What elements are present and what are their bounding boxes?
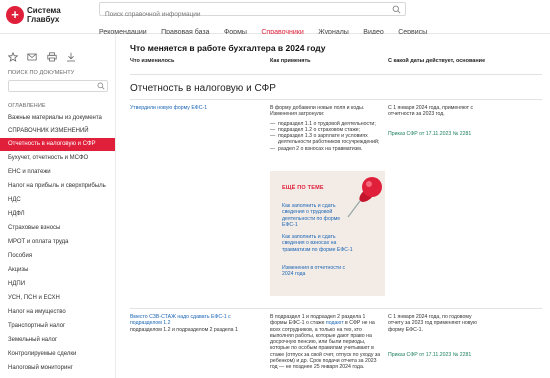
- toc-item[interactable]: Налог на имущество: [0, 306, 115, 319]
- page-title: Что меняется в работе бухгалтера в 2024 …: [130, 43, 326, 53]
- search-icon[interactable]: [392, 5, 401, 14]
- toc-label: ОГЛАВЛЕНИЕ: [8, 103, 46, 109]
- effective-date-2: С 1 января 2024 года, по годовому отчету…: [388, 314, 477, 333]
- how-intro: В форму добавили новые поля и коды. Изме…: [270, 105, 365, 118]
- toc-item[interactable]: Страховые взносы: [0, 222, 115, 235]
- toc-item[interactable]: УСН, ПСН и ЕСХН: [0, 292, 115, 305]
- toc-item[interactable]: НДС: [0, 194, 115, 207]
- print-icon[interactable]: [47, 52, 57, 62]
- column-header-what: Что изменилось: [130, 58, 175, 64]
- main-content: Что меняется в работе бухгалтера в 2024 …: [116, 34, 550, 378]
- change-link-szv-stazh[interactable]: Вместо СЗВ-СТАЖ надо сдавать ЕФС-1 с под…: [130, 314, 231, 326]
- how-to-apply-text-2: В подраздел 1 и подраздел 2 раздела 1 фо…: [270, 314, 382, 371]
- header-divider: [130, 74, 542, 75]
- row-divider: [130, 308, 542, 309]
- toc-item[interactable]: Важные материалы из документа: [0, 112, 115, 125]
- push-pin-icon: [347, 177, 382, 218]
- bullet-item: подраздел 1.3 о зарплате и условиях деят…: [270, 133, 382, 146]
- change-description-2: Вместо СЗВ-СТАЖ надо сдавать ЕФС-1 с под…: [130, 314, 260, 333]
- doc-search-label: ПОИСК ПО ДОКУМЕНТУ: [8, 70, 75, 76]
- toc-item[interactable]: НДПИ: [0, 278, 115, 291]
- related-topic-link[interactable]: Изменения в отчетности с 2024 года: [282, 265, 354, 278]
- effective-date: С 1 января 2024 года, применяют с отчетн…: [388, 105, 474, 118]
- column-header-date: С какой даты действует, основание: [388, 58, 486, 64]
- search-icon[interactable]: [97, 82, 105, 90]
- toc-item[interactable]: ЕНС и платежи: [0, 166, 115, 179]
- section-divider: [130, 99, 542, 100]
- submit-link[interactable]: подают: [326, 320, 344, 326]
- doc-search-input[interactable]: [9, 88, 93, 98]
- section-title: Отчетность в налоговую и СФР: [130, 83, 276, 94]
- mail-icon[interactable]: [27, 52, 38, 62]
- toc-item-active[interactable]: Отчетность в налоговую и СФР: [0, 138, 115, 151]
- toc-item[interactable]: Пособия: [0, 250, 115, 263]
- doc-search[interactable]: [8, 80, 108, 98]
- change-bullets: подраздел 1.1 о трудовой деятельности; п…: [270, 121, 382, 153]
- document-tools: [8, 48, 81, 62]
- toc-item[interactable]: НДФЛ: [0, 208, 115, 221]
- logo-line-1: Система: [27, 6, 61, 15]
- toc-item[interactable]: Контролируемые сделки: [0, 348, 115, 361]
- toc-item[interactable]: Бухучет, отчетность и МСФО: [0, 152, 115, 165]
- bullet-item: раздел 2 о взносах на травматизм.: [270, 146, 382, 153]
- logo-line-2: Главбух: [27, 15, 60, 24]
- star-icon[interactable]: [8, 51, 18, 62]
- logo-mark-icon: +: [6, 6, 24, 24]
- change-text-2: подразделом 1.2 и подразделом 2 раздела …: [130, 326, 238, 333]
- related-topics-title: ЕЩЁ ПО ТЕМЕ: [282, 185, 324, 191]
- toc-item[interactable]: Акцизы: [0, 264, 115, 277]
- logo[interactable]: + Система Главбух: [6, 4, 66, 32]
- toc-item[interactable]: СПРАВОЧНИК ИЗМЕНЕНИЙ: [0, 125, 115, 138]
- how-to-apply-text: В форму добавили новые поля и коды. Изме…: [270, 105, 382, 152]
- how-rest-2: в СФР не на всех сотрудников, а только н…: [270, 320, 381, 371]
- column-header-how: Как применять: [270, 58, 311, 64]
- global-search-input[interactable]: [100, 8, 380, 21]
- toc-item[interactable]: МРОТ и оплата труда: [0, 236, 115, 249]
- global-search[interactable]: [99, 2, 406, 21]
- toc-item[interactable]: Налоговый мониторинг: [0, 362, 115, 375]
- toc-item[interactable]: Транспортный налог: [0, 320, 115, 333]
- change-link-efs1[interactable]: Утвердили новую форму ЕФС-1: [130, 105, 260, 111]
- logo-text: Система Главбух: [27, 6, 71, 24]
- related-topic-link[interactable]: Как заполнить и сдать сведения о взносах…: [282, 234, 354, 253]
- sidebar: ПОИСК ПО ДОКУМЕНТУ ОГЛАВЛЕНИЕ Важные мат…: [0, 34, 116, 378]
- basis-link[interactable]: Приказ СФР от 17.11.2023 № 2281: [388, 131, 480, 137]
- top-header: + Система Главбух Рекомендации Правовая …: [0, 0, 550, 40]
- basis-link-2[interactable]: Приказ СФР от 17.11.2023 № 2281: [388, 352, 480, 358]
- toc-item[interactable]: Налог на прибыль и сверхприбыль: [0, 180, 115, 193]
- main-nav: Рекомендации Правовая база Формы Справоч…: [99, 21, 437, 40]
- toc-item[interactable]: Земельный налог: [0, 334, 115, 347]
- download-icon[interactable]: [66, 52, 76, 62]
